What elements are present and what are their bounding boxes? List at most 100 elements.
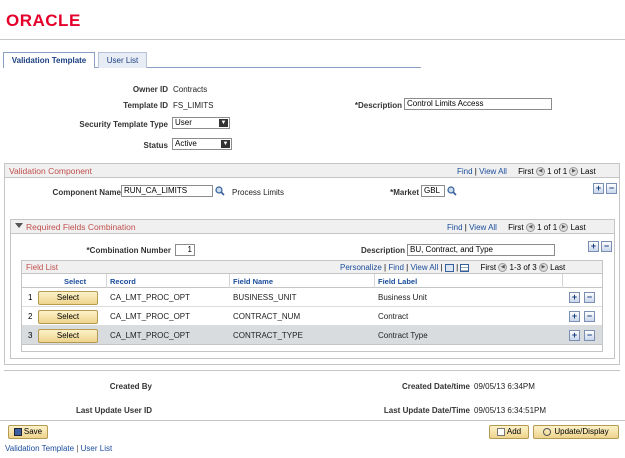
select-button[interactable]: Select (38, 329, 98, 343)
add-button[interactable]: Add (489, 425, 529, 439)
delete-row-icon[interactable]: − (584, 330, 595, 341)
add-row-icon[interactable]: + (569, 311, 580, 322)
lookup-icon[interactable] (215, 186, 225, 196)
prev-icon[interactable]: ◀ (498, 263, 508, 273)
description-field[interactable]: Control Limits Access (404, 98, 552, 110)
tab-validation-template[interactable]: Validation Template (3, 52, 95, 68)
field-list-title: Field List (26, 263, 59, 272)
first-label: First (480, 263, 497, 272)
table-row: 1 Select CA_LMT_PROC_OPT BUSINESS_UNIT B… (22, 288, 602, 307)
lookup-icon[interactable] (447, 186, 457, 196)
footer-separator: | (76, 444, 79, 453)
delete-row-icon[interactable]: − (584, 311, 595, 322)
combo-description-label: Description (360, 246, 405, 255)
field-list-columns: Select Record Field Name Field Label (22, 274, 602, 288)
created-by-label: Created By (109, 382, 152, 391)
next-icon[interactable]: ▶ (559, 223, 569, 233)
status-label: Status (143, 141, 168, 150)
security-template-label: Security Template Type (79, 120, 168, 129)
toolbar: Save Add Update/Display (0, 420, 625, 440)
field-label-cell: Contract (378, 312, 409, 321)
field-label-cell: Contract Type (378, 331, 428, 340)
prev-icon[interactable]: ◀ (525, 223, 535, 233)
template-id-label: Template ID (123, 101, 168, 110)
add-row-icon[interactable]: + (593, 183, 604, 194)
component-name-label: Component Name (52, 188, 121, 197)
search-icon (543, 427, 552, 436)
table-row: 3 Select CA_LMT_PROC_OPT CONTRACT_TYPE C… (22, 326, 602, 345)
add-row-icon[interactable]: + (588, 241, 599, 252)
column-header-record: Record (110, 277, 136, 286)
column-divider (374, 274, 375, 288)
status-select[interactable]: Active ▼ (172, 138, 232, 150)
find-link[interactable]: Find (447, 223, 463, 232)
footer-link-user-list[interactable]: User List (81, 444, 113, 453)
column-divider (106, 274, 107, 288)
view-all-link[interactable]: View All (479, 167, 507, 176)
table-row: 2 Select CA_LMT_PROC_OPT CONTRACT_NUM Co… (22, 307, 602, 326)
select-button[interactable]: Select (38, 291, 98, 305)
combination-number-field[interactable]: 1 (175, 244, 195, 256)
column-header-field-label: Field Label (378, 277, 418, 286)
market-label: *Market (390, 188, 419, 197)
security-template-select[interactable]: User ▼ (172, 117, 230, 129)
required-fields-nav: Find | View All First ◀ 1 of 1 ▶ Last (447, 223, 586, 233)
last-label: Last (570, 223, 586, 232)
created-datetime-label: Created Date/time (401, 382, 470, 391)
find-link[interactable]: Find (388, 263, 404, 272)
column-divider (562, 274, 563, 288)
zoom-icon[interactable] (444, 263, 454, 272)
owner-id-label: Owner ID (132, 85, 168, 94)
view-all-link[interactable]: View All (469, 223, 497, 232)
prev-icon[interactable]: ◀ (535, 167, 545, 177)
last-label: Last (580, 167, 596, 176)
market-field[interactable]: GBL (421, 185, 445, 197)
field-list-grid: Field List Personalize | Find | View All… (21, 260, 603, 352)
validation-component-section: Validation Component Find | View All Fir… (4, 163, 620, 365)
add-icon (496, 427, 505, 436)
save-button[interactable]: Save (8, 425, 48, 439)
personalize-link[interactable]: Personalize (340, 263, 382, 272)
update-display-button[interactable]: Update/Display (533, 425, 619, 439)
column-header-field-name: Field Name (233, 277, 274, 286)
component-name-field[interactable]: RUN_CA_LIMITS (121, 185, 213, 197)
range-label: 1 of 1 (547, 167, 568, 176)
field-label-cell: Business Unit (378, 293, 427, 302)
download-icon[interactable] (460, 263, 470, 272)
delete-row-icon[interactable]: − (584, 292, 595, 303)
tab-label: User List (106, 56, 139, 65)
last-update-datetime-value: 09/05/13 6:34:51PM (474, 406, 547, 415)
find-link[interactable]: Find (457, 167, 473, 176)
footer-link-validation-template[interactable]: Validation Template (5, 444, 74, 453)
collapse-icon[interactable] (15, 223, 23, 228)
validation-nav: Find | View All First ◀ 1 of 1 ▶ Last (457, 167, 596, 177)
delete-row-icon[interactable]: − (601, 241, 612, 252)
combo-description-field[interactable]: BU, Contract, and Type (407, 244, 555, 256)
next-icon[interactable]: ▶ (569, 167, 579, 177)
next-icon[interactable]: ▶ (538, 263, 548, 273)
update-display-label: Update/Display (554, 427, 609, 436)
view-all-link[interactable]: View All (410, 263, 438, 272)
row-number: 1 (28, 293, 33, 302)
last-update-datetime-label: Last Update Date/Time (383, 406, 470, 415)
chevron-down-icon: ▼ (219, 119, 228, 127)
chevron-down-icon: ▼ (221, 140, 230, 148)
description-label: *Description (354, 101, 402, 110)
select-button[interactable]: Select (38, 310, 98, 324)
add-label: Add (506, 427, 522, 436)
combination-number-label: *Combination Number (86, 246, 171, 255)
record-cell: CA_LMT_PROC_OPT (110, 312, 191, 321)
add-row-icon[interactable]: + (569, 330, 580, 341)
range-label: 1-3 of 3 (509, 263, 537, 272)
tab-user-list[interactable]: User List (98, 52, 147, 68)
footer-links: Validation Template | User List (5, 444, 112, 453)
save-icon (13, 427, 22, 436)
required-fields-title: Required Fields Combination (26, 222, 136, 232)
delete-row-icon[interactable]: − (606, 183, 617, 194)
record-cell: CA_LMT_PROC_OPT (110, 331, 191, 340)
template-id-value: FS_LIMITS (173, 101, 214, 110)
add-row-icon[interactable]: + (569, 292, 580, 303)
field-name-cell: CONTRACT_TYPE (233, 331, 303, 340)
oracle-logo: ORACLE (6, 11, 81, 30)
tab-label: Validation Template (11, 56, 87, 65)
